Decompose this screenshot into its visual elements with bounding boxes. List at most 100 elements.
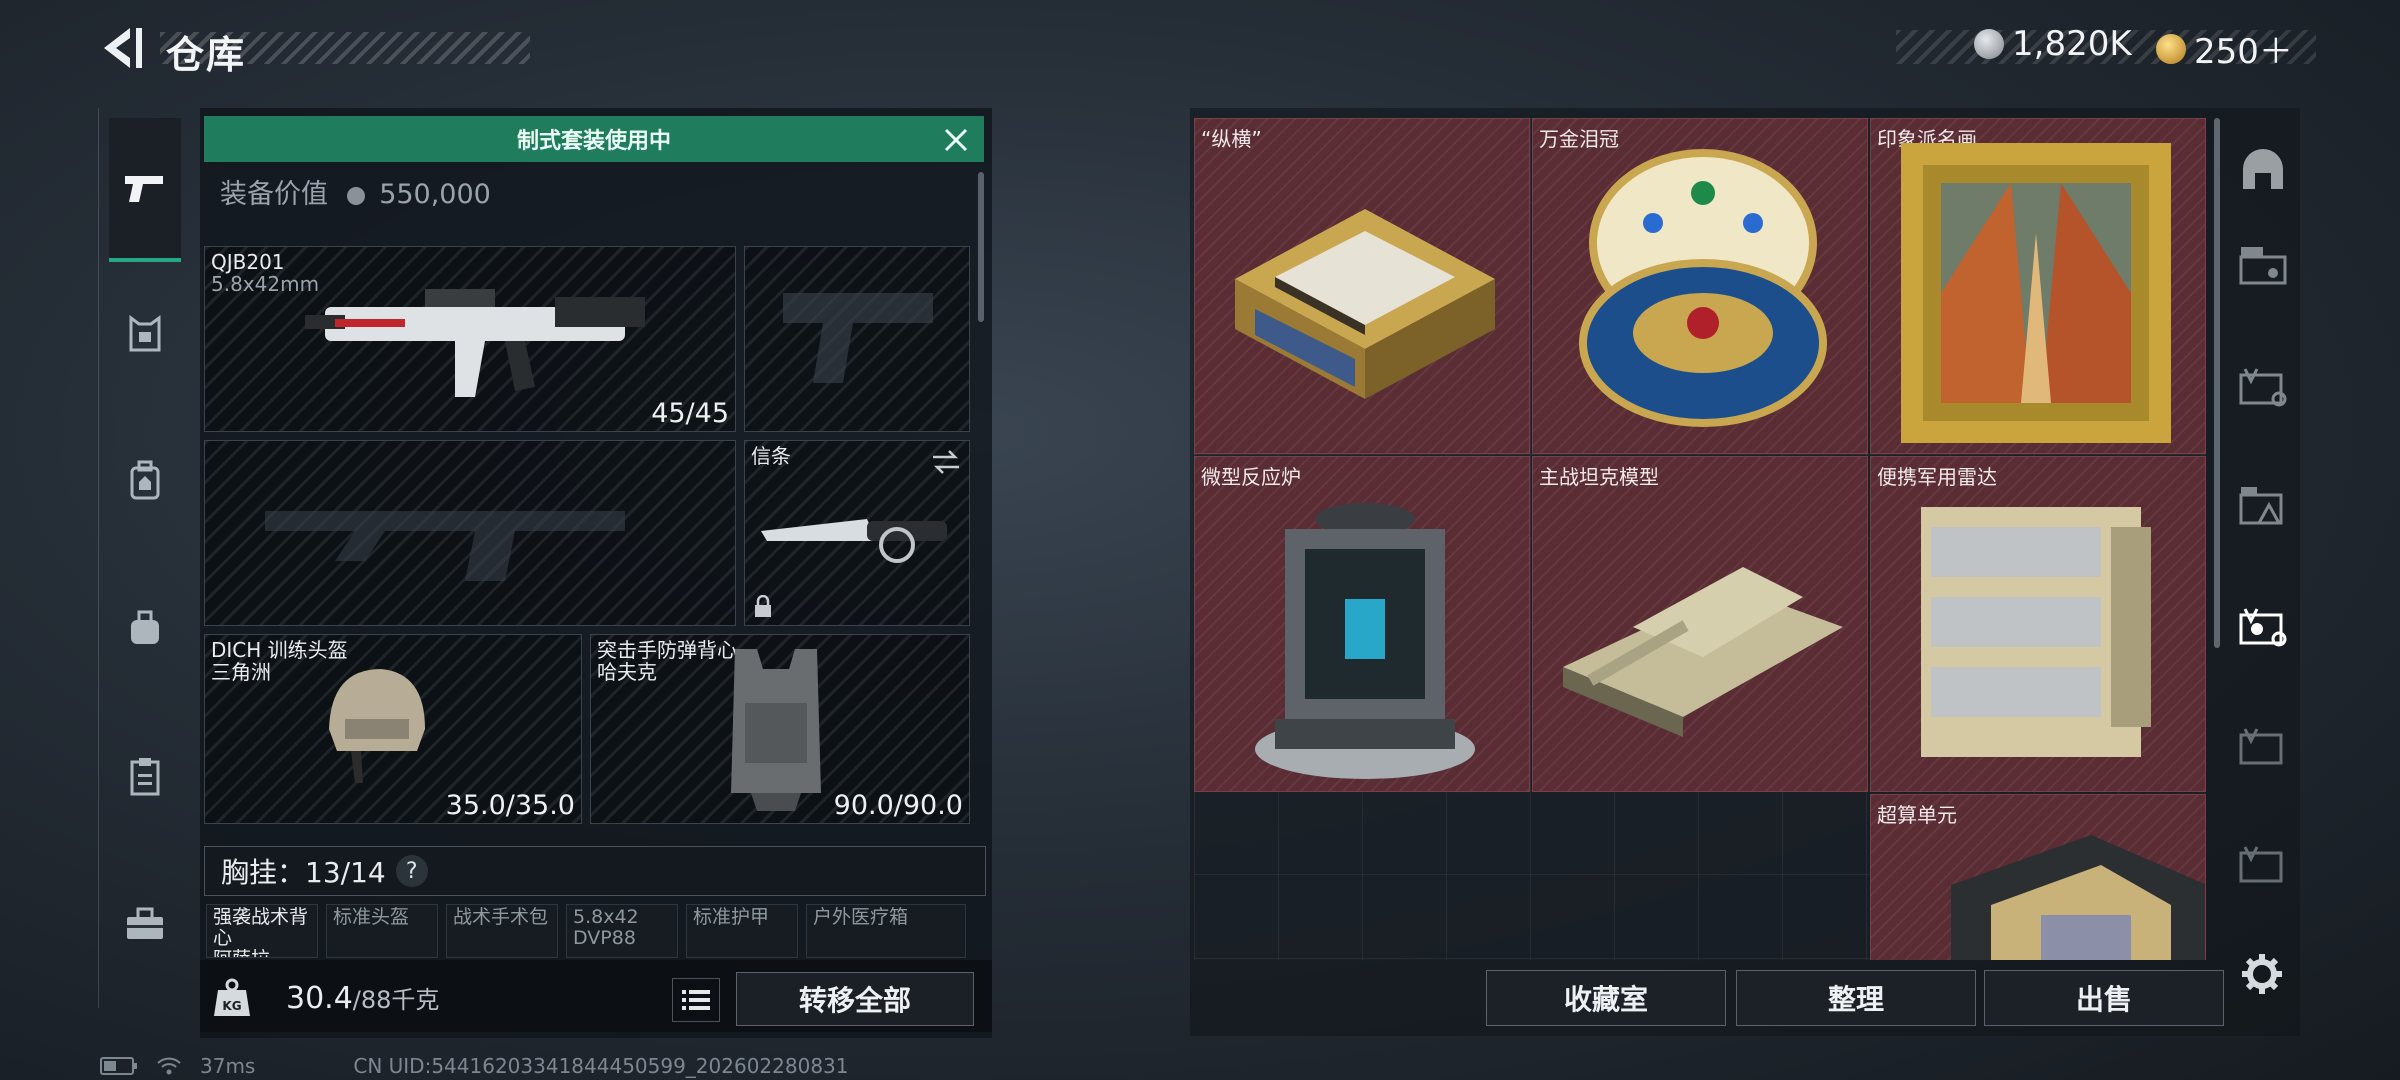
painting-image <box>1901 143 2171 443</box>
armor-name: 突击手防弹背心 <box>597 638 737 662</box>
coin-icon <box>346 186 365 205</box>
storage-item-chess-set[interactable]: “纵横” <box>1194 118 1530 454</box>
storage-item-micro-reactor[interactable]: 微型反应炉 <box>1194 456 1530 792</box>
storage-item-jeweled-egg[interactable]: 万金泪冠 <box>1532 118 1868 454</box>
nav-armor[interactable] <box>109 298 181 370</box>
ping-value: 37ms <box>200 1054 256 1078</box>
preset-banner: 制式套装使用中 <box>204 116 984 162</box>
box-key-icon <box>2239 608 2287 647</box>
armor-slot[interactable]: 突击手防弹背心 哈夫克 90.0/90.0 <box>590 634 970 824</box>
mini-slot[interactable]: 标准头盔 <box>326 904 438 958</box>
backpack-icon <box>130 460 160 500</box>
pistol-slot[interactable] <box>744 246 970 432</box>
helmet-brand: 三角洲 <box>211 660 271 684</box>
supercomputer-image <box>1951 835 2205 960</box>
safe-box-icon <box>2239 247 2287 285</box>
storage-tab-3[interactable] <box>2232 476 2294 538</box>
storage-item-supercomputer[interactable]: 超算单元 <box>1870 794 2206 960</box>
radar-image <box>1921 507 2151 757</box>
chest-rig-label: 胸挂：13/14 <box>221 856 386 889</box>
chess-set-image <box>1235 209 1495 399</box>
storage-item-radar[interactable]: 便携军用雷达 <box>1870 456 2206 792</box>
arch-icon <box>2243 149 2283 189</box>
secondary-weapon-slot[interactable] <box>204 440 736 626</box>
mini-slot[interactable]: 战术手术包 <box>446 904 558 958</box>
mini-slot-sub: DVP88 <box>573 927 636 949</box>
sell-button[interactable]: 出售 <box>1984 970 2224 1026</box>
collection-room-button[interactable]: 收藏室 <box>1486 970 1726 1026</box>
storage-tab-2[interactable] <box>2232 356 2294 418</box>
chest-rig-bar[interactable]: 胸挂：13/14 ? <box>204 846 986 896</box>
primary-weapon-name: QJB201 <box>211 250 285 274</box>
helmet-durability: 35.0/35.0 <box>445 790 575 821</box>
currency-gold-value: 250＋ <box>2194 32 2293 72</box>
nav-clipboard[interactable] <box>109 740 181 812</box>
mini-slot[interactable]: 户外医疗箱 <box>806 904 966 958</box>
melee-slot[interactable]: 信条 <box>744 440 970 626</box>
back-arrow-icon[interactable] <box>96 22 144 74</box>
storage-tab-home[interactable] <box>2232 140 2294 202</box>
primary-weapon-caliber: 5.8x42mm <box>211 272 320 296</box>
left-category-nav <box>98 108 191 1008</box>
vest-image <box>731 649 821 811</box>
armor-brand: 哈夫克 <box>597 660 657 684</box>
organize-button[interactable]: 整理 <box>1736 970 1976 1026</box>
settings-gear-icon[interactable] <box>2240 952 2284 996</box>
mini-slot[interactable]: 5.8x42 DVP88 <box>566 904 678 958</box>
storage-scrollbar[interactable] <box>2214 118 2220 648</box>
toolbox-icon <box>127 907 163 939</box>
primary-weapon-slot[interactable]: QJB201 5.8x42mm 45/45 <box>204 246 736 432</box>
storage-tab-4-active[interactable] <box>2232 596 2294 658</box>
nav-weapons[interactable] <box>109 118 181 262</box>
mini-slot-name: 强袭战术背心 <box>213 906 309 949</box>
storage-tab-1[interactable] <box>2232 234 2294 296</box>
wifi-icon <box>157 1057 181 1075</box>
item-label: 便携军用雷达 <box>1877 465 1997 489</box>
mini-slot-name: 5.8x42 <box>573 906 639 928</box>
transfer-all-button[interactable]: 转移全部 <box>736 972 974 1026</box>
loadout-scrollbar[interactable] <box>978 172 984 322</box>
rifle-image <box>305 289 645 397</box>
jeweled-egg-image <box>1579 149 1827 427</box>
knife-image <box>761 519 947 563</box>
storage-grid: “纵横” 万金泪冠 印象派名画 微型反应炉 主战坦克模型 便携军用雷达 超算单元 <box>1194 118 2206 960</box>
hafco-coin-icon <box>1974 29 2004 59</box>
list-icon <box>682 990 710 1010</box>
storage-tab-5[interactable] <box>2232 716 2294 778</box>
storage-item-painting[interactable]: 印象派名画 <box>1870 118 2206 454</box>
nav-backpack[interactable] <box>109 444 181 516</box>
uid-text: CN UID:5441620334184445059​9_20260228083… <box>353 1054 849 1078</box>
mini-slot-name: 户外医疗箱 <box>813 906 909 928</box>
mini-slot[interactable]: 标准护甲 <box>686 904 798 958</box>
swap-icon[interactable] <box>931 449 961 475</box>
rifle-placeholder-icon <box>265 511 625 581</box>
nav-toolbox[interactable] <box>109 888 181 960</box>
armor-icon <box>129 315 161 352</box>
lock-icon <box>755 595 771 617</box>
gold-coin-icon <box>2156 33 2186 64</box>
storage-tab-6[interactable] <box>2232 834 2294 896</box>
list-view-button[interactable] <box>672 978 720 1022</box>
close-icon[interactable] <box>940 124 972 156</box>
helmet-name: DICH 训练头盔 <box>211 638 348 662</box>
primary-weapon-ammo: 45/45 <box>651 398 729 429</box>
helmet-slot[interactable]: DICH 训练头盔 三角洲 35.0/35.0 <box>204 634 582 824</box>
micro-reactor-image <box>1255 503 1475 779</box>
mini-slot-name: 战术手术包 <box>453 906 549 928</box>
currency-hafco-value: 1,820K <box>2012 24 2132 64</box>
storage-category-nav <box>2222 120 2304 940</box>
storage-item-tank-model[interactable]: 主战坦克模型 <box>1532 456 1868 792</box>
mini-slot-name: 标准头盔 <box>333 906 410 928</box>
page-title: 仓库 <box>166 33 247 77</box>
item-label: “纵横” <box>1201 127 1262 151</box>
mini-slot-sub: 阿萨拉 <box>213 949 311 958</box>
help-icon[interactable]: ? <box>395 855 428 887</box>
box-warning-icon <box>2239 487 2283 525</box>
mini-slot[interactable]: 强袭战术背心 阿萨拉 <box>206 904 318 958</box>
tank-model-image <box>1563 567 1843 737</box>
box-key-icon <box>2239 368 2287 407</box>
status-bar: 37ms CN UID:5441620334184445059​9_202602… <box>100 1054 849 1078</box>
nav-bag[interactable] <box>109 592 181 664</box>
battery-icon <box>100 1057 137 1075</box>
armor-durability: 90.0/90.0 <box>833 790 963 821</box>
